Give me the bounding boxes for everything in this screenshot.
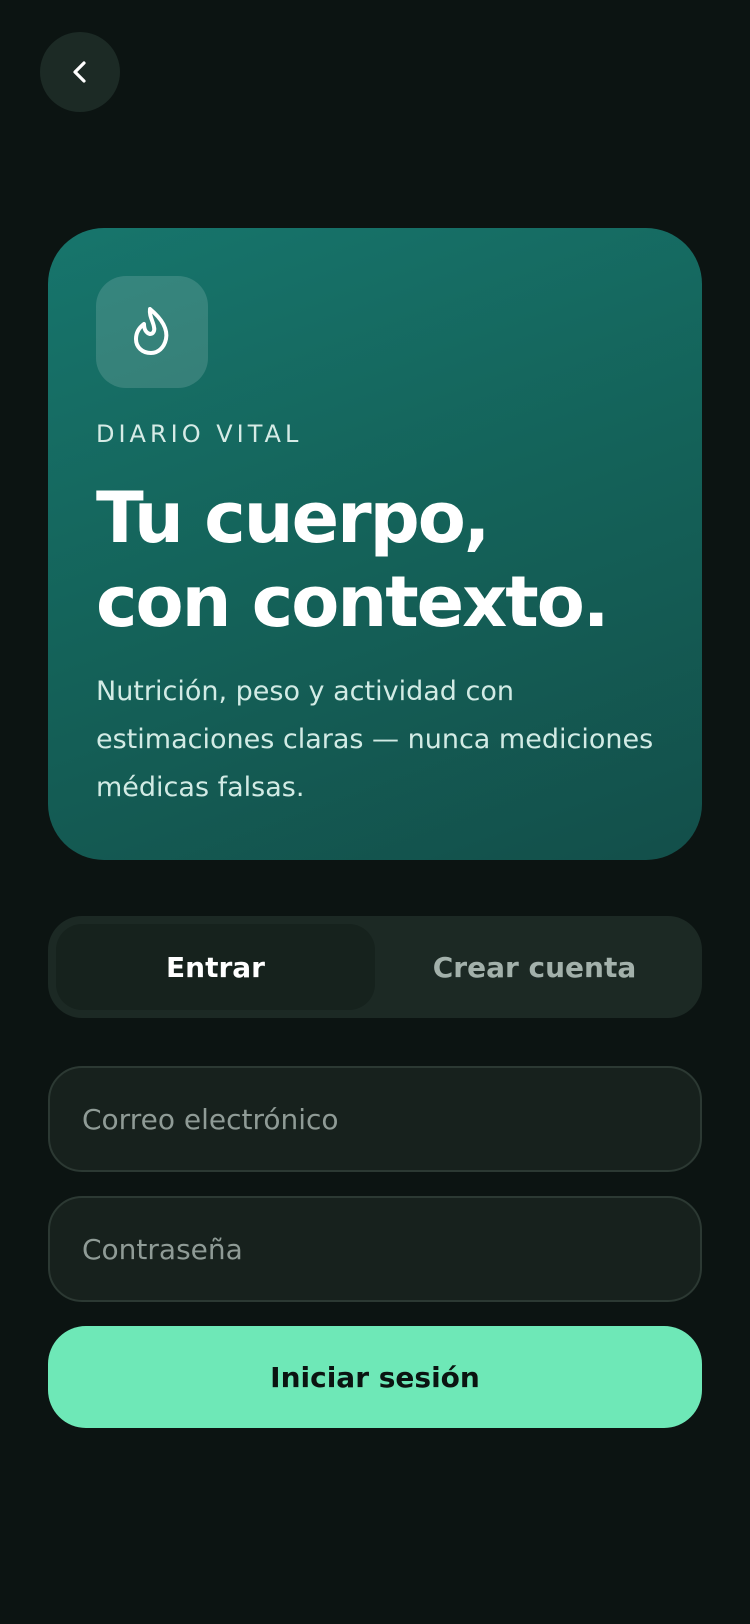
hero-title-line-1: Tu cuerpo, [96,477,490,559]
app-name-eyebrow: DIARIO VITAL [96,420,303,448]
email-field[interactable] [48,1066,702,1172]
flame-icon [128,303,176,361]
hero-card: DIARIO VITAL Tu cuerpo, con contexto. Nu… [48,228,702,860]
tab-login[interactable]: Entrar [56,924,375,1010]
auth-mode-toggle: Entrar Crear cuenta [48,916,702,1018]
hero-subtitle: Nutrición, peso y actividad con estimaci… [96,676,654,803]
back-button[interactable] [40,32,120,112]
password-field[interactable] [48,1196,702,1302]
chevron-left-icon [66,58,94,86]
sign-in-button[interactable]: Iniciar sesión [48,1326,702,1428]
hero-title-line-2: con contexto. [96,561,609,643]
tab-signup[interactable]: Crear cuenta [375,924,694,1010]
auth-screen: DIARIO VITAL Tu cuerpo, con contexto. Nu… [0,0,750,1624]
brand-icon-tile [96,276,208,388]
hero-title: Tu cuerpo, con contexto. [96,476,609,644]
